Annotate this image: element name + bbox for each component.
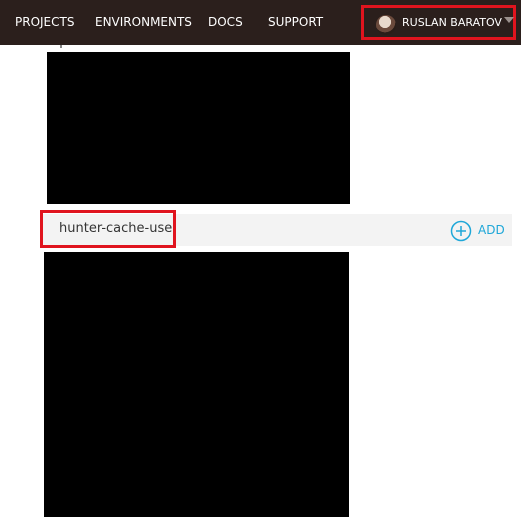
redacted-block-top xyxy=(47,52,350,204)
nav-projects[interactable]: PROJECTS xyxy=(15,0,74,45)
redacted-block-bottom xyxy=(44,252,349,517)
top-navigation-bar: PROJECTS ENVIRONMENTS DOCS SUPPORT RUSLA… xyxy=(0,0,521,45)
user-avatar xyxy=(376,15,396,35)
user-name: RUSLAN BARATOV xyxy=(402,16,502,29)
nav-docs[interactable]: DOCS xyxy=(208,0,243,45)
add-label: ADD xyxy=(478,223,505,237)
plus-circle-icon xyxy=(450,220,472,241)
item-name: hunter-cache-use xyxy=(40,210,176,248)
user-menu[interactable]: RUSLAN BARATOV xyxy=(361,5,516,40)
nav-environments[interactable]: ENVIRONMENTS xyxy=(95,0,192,45)
nav-support[interactable]: SUPPORT xyxy=(268,0,323,45)
add-button[interactable]: ADD xyxy=(450,219,505,241)
partial-content-mark xyxy=(60,45,68,48)
chevron-down-icon xyxy=(504,17,514,23)
